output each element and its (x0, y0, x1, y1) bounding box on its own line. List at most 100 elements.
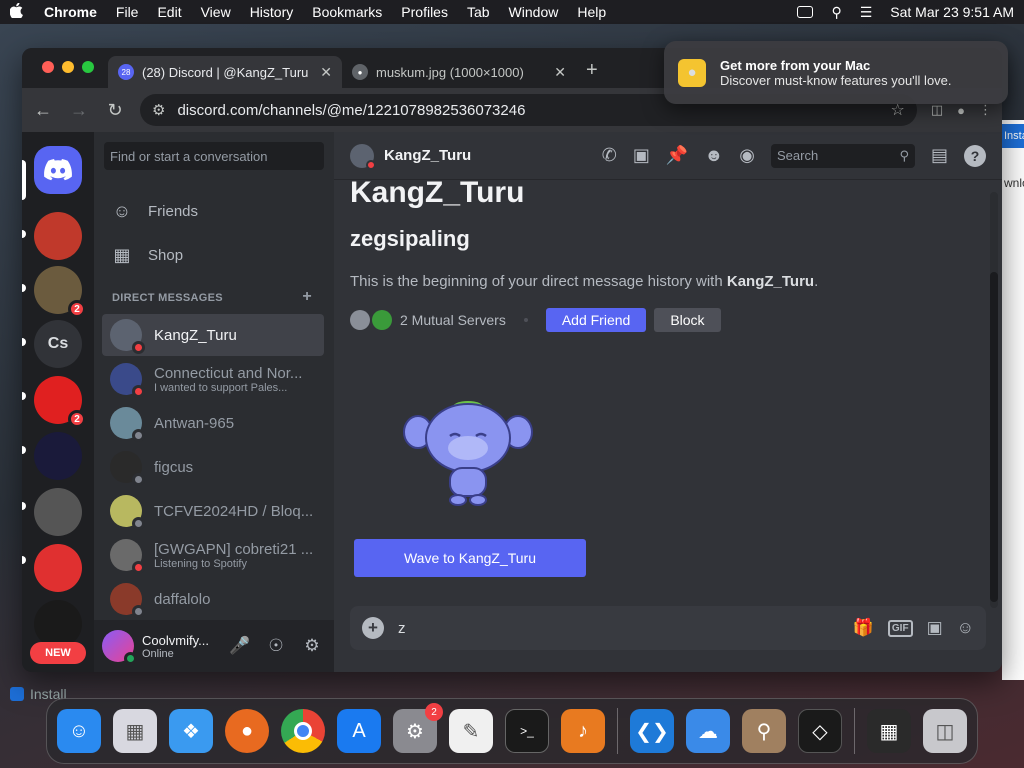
menu-view[interactable]: View (201, 4, 231, 20)
menu-bookmarks[interactable]: Bookmarks (312, 4, 382, 20)
weather-icon[interactable]: ☁ (686, 709, 730, 753)
chrome-menu-icon[interactable]: ⋮ (979, 102, 992, 118)
dm-item[interactable]: KangZ_Turu (102, 314, 324, 356)
side-panel-icon[interactable]: ◫ (931, 102, 943, 118)
mic-muted-icon[interactable]: 🎤 (226, 636, 254, 656)
gif-icon[interactable]: GIF (887, 619, 913, 637)
reload-icon[interactable]: ↻ (104, 100, 126, 121)
site-info-icon[interactable]: ⚙ (152, 101, 165, 119)
find-conversation-input[interactable]: Find or start a conversation (104, 142, 324, 170)
scrollbar-thumb[interactable] (990, 272, 998, 602)
status-indicator (366, 159, 376, 170)
add-friend-button[interactable]: Add Friend (545, 308, 647, 332)
headphones-icon[interactable]: ☉ (262, 636, 290, 656)
close-tab-icon[interactable]: ✕ (554, 64, 566, 81)
downloads-stack-icon[interactable]: ▦ (867, 709, 911, 753)
dm-item[interactable]: [GWGAPN] cobreti21 ... Listening to Spoti… (102, 534, 324, 576)
server-icon[interactable] (34, 488, 82, 536)
friends-nav-item[interactable]: ☺ Friends (102, 190, 326, 232)
forward-arrow-icon[interactable]: → (68, 100, 90, 121)
dm-item[interactable]: daffalolo (102, 578, 324, 620)
attach-plus-icon[interactable]: + (362, 617, 384, 639)
spotlight-search-icon[interactable]: ⚲ (831, 4, 841, 21)
new-tab-icon[interactable]: + (576, 59, 608, 88)
user-info[interactable]: Coolvmify... Online (142, 633, 218, 660)
dm-item[interactable]: TCFVE2024HD / Bloq... (102, 490, 324, 532)
menu-clock[interactable]: Sat Mar 23 9:51 AM (890, 4, 1014, 20)
gift-icon[interactable]: 🎁 (853, 618, 874, 638)
textedit-icon[interactable]: ✎ (449, 709, 493, 753)
video-call-icon[interactable]: ▣ (633, 145, 650, 166)
inbox-icon[interactable]: ▤ (931, 145, 948, 166)
dm-item[interactable]: Antwan-965 (102, 402, 324, 444)
menu-profiles[interactable]: Profiles (401, 4, 448, 20)
add-friends-to-dm-icon[interactable]: ☻ (704, 145, 723, 166)
safari-icon[interactable]: ❖ (169, 709, 213, 753)
garageband-icon[interactable]: ♪ (561, 709, 605, 753)
apple-menu-icon[interactable] (9, 2, 24, 22)
shop-nav-item[interactable]: ▦ Shop (102, 234, 326, 276)
background-install-button[interactable]: Insta (1002, 124, 1024, 148)
dm-item[interactable]: Connecticut and Nor... I wanted to suppor… (102, 358, 324, 400)
launchpad-icon[interactable]: ▦ (113, 709, 157, 753)
utility-app-icon[interactable]: ⚲ (742, 709, 786, 753)
zoom-window-button[interactable] (82, 61, 94, 73)
back-arrow-icon[interactable]: ← (32, 100, 54, 121)
minimize-window-button[interactable] (62, 61, 74, 73)
menu-window[interactable]: Window (509, 4, 559, 20)
server-icon[interactable] (34, 600, 82, 648)
server-icon[interactable] (34, 432, 82, 480)
system-notification[interactable]: ● Get more from your Mac Discover must-k… (664, 41, 1008, 104)
server-icon[interactable] (34, 212, 82, 260)
server-icon[interactable] (34, 544, 82, 592)
close-window-button[interactable] (42, 61, 54, 73)
header-avatar[interactable] (350, 143, 376, 170)
status-indicator (132, 561, 145, 574)
cursor-app-icon[interactable]: ◇ (798, 709, 842, 753)
user-profile-icon[interactable]: ◉ (739, 145, 755, 166)
settings-gear-icon[interactable]: ⚙ (298, 636, 326, 656)
help-icon[interactable]: ? (964, 144, 986, 167)
tab-image[interactable]: ● muskum.jpg (1000×1000) ✕ (342, 56, 576, 88)
header-username[interactable]: KangZ_Turu (384, 147, 471, 164)
search-input[interactable]: Search ⚲ (770, 143, 915, 168)
firefox-icon[interactable]: ● (225, 709, 269, 753)
finder-icon[interactable]: ☺ (57, 709, 101, 753)
trash-icon[interactable]: ◫ (923, 709, 967, 753)
wave-button[interactable]: Wave to KangZ_Turu (354, 539, 586, 577)
tab-discord[interactable]: 28 (28) Discord | @KangZ_Turu ✕ (108, 56, 342, 88)
server-icon[interactable]: 2 (34, 266, 86, 318)
user-avatar[interactable] (102, 630, 137, 665)
emoji-icon[interactable]: ☺ (957, 618, 974, 638)
sticker-icon[interactable]: ▣ (927, 618, 943, 638)
server-icon (372, 310, 392, 330)
profile-icon[interactable]: ● (957, 103, 965, 118)
menu-history[interactable]: History (250, 4, 294, 20)
menu-file[interactable]: File (116, 4, 139, 20)
control-center-icon[interactable]: ☰ (860, 4, 873, 21)
home-button[interactable] (34, 146, 82, 194)
voice-call-icon[interactable]: ✆ (602, 145, 617, 166)
menu-app-name[interactable]: Chrome (44, 4, 97, 20)
create-dm-icon[interactable]: + (302, 289, 312, 305)
new-badge: NEW (30, 642, 86, 664)
block-button[interactable]: Block (654, 308, 721, 332)
app-store-icon[interactable]: A (337, 709, 381, 753)
system-settings-icon[interactable]: ⚙ 2 (393, 703, 443, 753)
shop-icon: ▦ (113, 244, 131, 265)
dm-item[interactable]: figcus (102, 446, 324, 488)
chrome-icon[interactable] (281, 709, 325, 753)
message-input[interactable]: z (398, 620, 839, 637)
close-tab-icon[interactable]: ✕ (320, 64, 332, 81)
server-icon[interactable]: Cs (34, 320, 82, 368)
screen-mirroring-icon[interactable] (797, 6, 814, 18)
menu-tab[interactable]: Tab (467, 4, 490, 20)
pinned-messages-icon[interactable]: 📌 (666, 145, 688, 166)
menu-help[interactable]: Help (577, 4, 606, 20)
menu-edit[interactable]: Edit (157, 4, 181, 20)
mutual-servers-link[interactable]: 2 Mutual Servers (400, 312, 506, 328)
dock-separator (617, 708, 618, 754)
server-icon[interactable]: 2 (34, 376, 86, 428)
vscode-icon[interactable]: ❮❯ (630, 709, 674, 753)
terminal-icon[interactable]: >_ (505, 709, 549, 753)
